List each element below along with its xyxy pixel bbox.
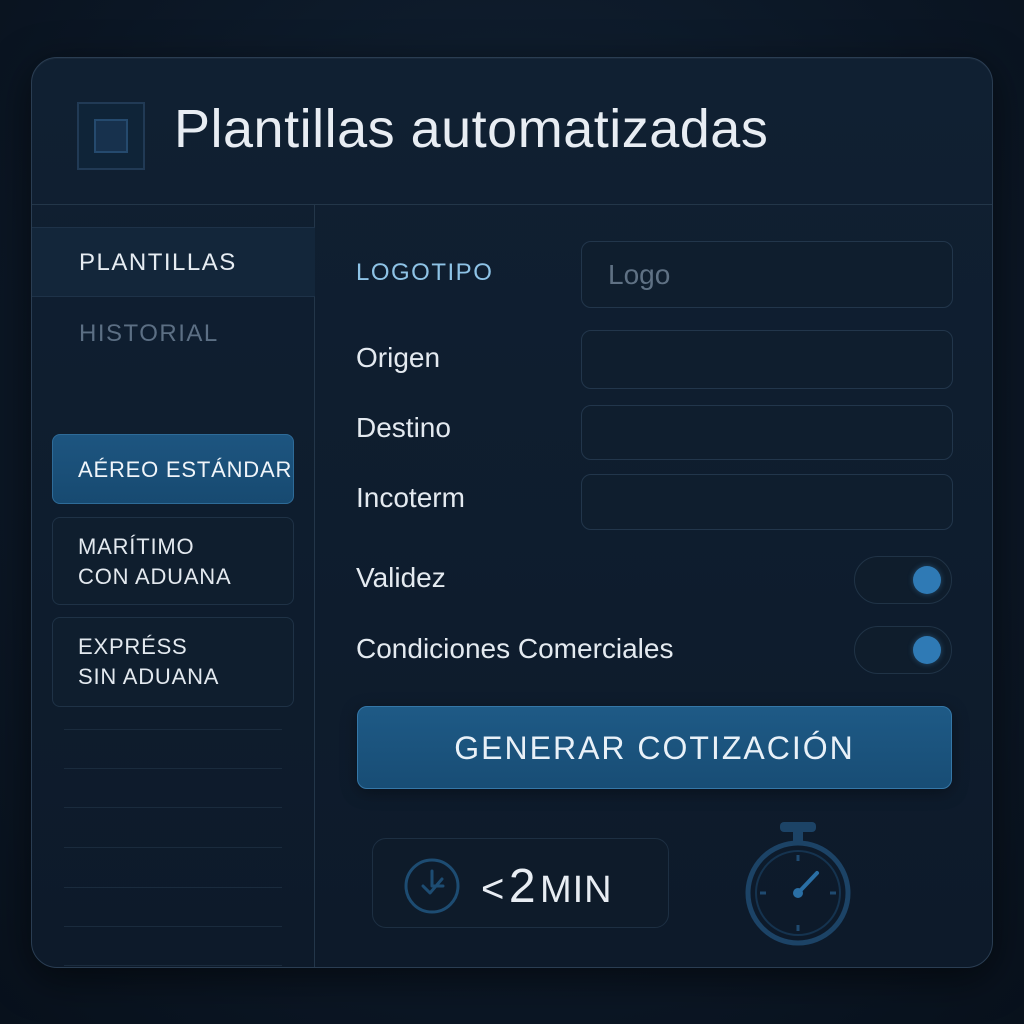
time-badge: < 2 MIN (372, 838, 669, 928)
destino-label: Destino (356, 412, 451, 443)
sidebar: PLANTILLAS HISTORIAL AÉREO ESTÁNDAR MARÍ… (32, 205, 315, 967)
header: Plantillas automatizadas (32, 58, 992, 205)
time-prefix: < (481, 867, 505, 911)
divider (64, 926, 282, 927)
origen-field[interactable] (581, 330, 953, 389)
validez-label: Validez (356, 562, 446, 593)
clock-icon (404, 858, 460, 914)
divider (64, 807, 282, 808)
toggle-knob (913, 636, 941, 664)
sidebar-item-label: PLANTILLAS (79, 249, 237, 276)
page-title: Plantillas automatizadas (174, 99, 769, 159)
time-value: < 2 MIN (481, 859, 613, 914)
toggle-knob (913, 566, 941, 594)
time-number: 2 (508, 860, 536, 913)
condiciones-toggle[interactable] (854, 626, 952, 674)
divider (64, 768, 282, 769)
sidebar-item-plantillas[interactable]: PLANTILLAS (32, 227, 315, 297)
template-aereo-estandar[interactable]: AÉREO ESTÁNDAR (52, 434, 294, 504)
origen-label: Origen (356, 342, 441, 373)
template-express-sin-aduana[interactable]: EXPRÉSS SIN ADUANA (52, 617, 294, 707)
template-maritimo-con-aduana[interactable]: MARÍTIMO CON ADUANA (52, 517, 294, 605)
time-unit: MIN (539, 869, 613, 911)
incoterm-field[interactable] (581, 474, 953, 530)
generate-quote-button[interactable]: GENERAR COTIZACIÓN (357, 706, 952, 789)
sidebar-item-historial[interactable]: HISTORIAL (79, 320, 219, 348)
logotipo-label: LOGOTIPO (356, 259, 494, 286)
stopwatch-icon (745, 822, 851, 946)
destino-field[interactable] (581, 405, 953, 460)
divider (64, 729, 282, 730)
logo-field[interactable] (581, 241, 953, 308)
divider (64, 847, 282, 848)
divider (64, 965, 282, 966)
validez-toggle[interactable] (854, 556, 952, 604)
incoterm-label: Incoterm (356, 482, 465, 513)
app-square-icon (77, 102, 145, 170)
main-panel: Plantillas automatizadas PLANTILLAS HIST… (31, 57, 993, 968)
condiciones-label: Condiciones Comerciales (356, 633, 674, 664)
divider (64, 887, 282, 888)
